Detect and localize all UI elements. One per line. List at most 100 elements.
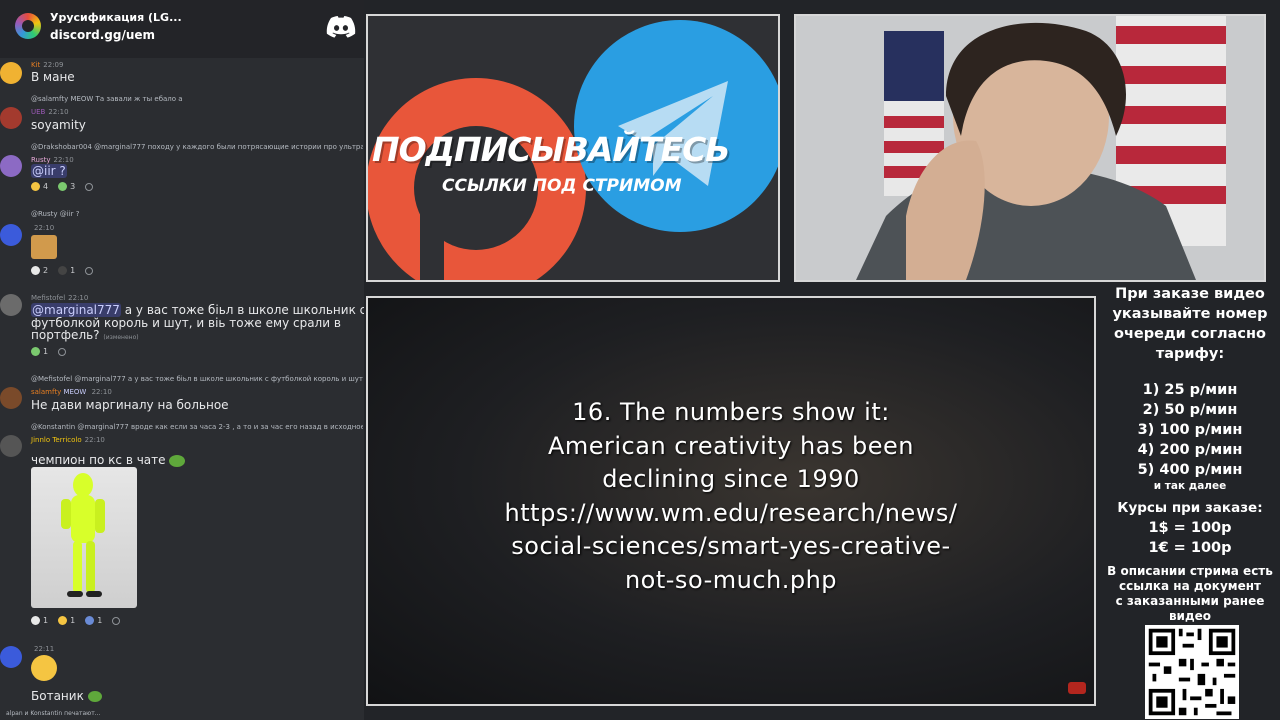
add-reaction-icon[interactable] [85,182,94,191]
message-author[interactable]: Kit 22:09 [31,61,63,69]
message-author[interactable]: 22:11 [31,645,54,653]
mention[interactable]: @iir ? [31,164,67,178]
subtitle-line: social-sciences/smart-yes-creative- [511,532,951,560]
add-reaction-icon[interactable] [58,347,67,356]
reply-preview[interactable]: @salamfty MEOW Та завали ж ты ебало а [31,95,363,103]
message-author[interactable]: Mefistofel 22:10 [31,294,88,302]
webcam-panel [794,14,1266,282]
reaction-count: 2 [43,266,49,275]
reaction[interactable]: 1 [85,616,102,625]
doge-emoji [31,235,57,259]
reaction-count: 1 [43,616,49,625]
message-time: 22:10 [48,108,69,116]
reaction[interactable]: 1 [31,616,48,625]
reply-preview[interactable]: @Drakshobar004 @marginal777 походу у каж… [31,143,363,151]
add-reaction-icon[interactable] [112,616,121,625]
video-logo-icon [1068,682,1086,694]
reaction-count: 1 [43,347,49,356]
video-panel: 16. The numbers show it: American creati… [366,296,1096,706]
reaction-count: 1 [70,266,76,275]
subtitle-line: declining since 1990 [602,465,860,493]
message-time: 22:11 [34,645,55,653]
reaction[interactable]: 2 [31,266,48,275]
reaction-count: 4 [43,182,49,191]
avatar[interactable] [0,435,22,457]
reaction[interactable]: 1 [58,266,75,275]
message-text: Не дави маргиналу на больное [31,398,229,412]
chat-message: Kit 22:09 В мане [0,61,364,92]
server-invite[interactable]: discord.gg/uem [50,28,155,42]
author-name[interactable]: Mefistofel [31,294,65,302]
subtitle-line: https://www.wm.edu/research/news/ [504,498,958,527]
qr-code[interactable] [1145,625,1239,719]
webcam-feed [796,16,1264,280]
message-time: 22:10 [91,388,112,396]
reply-preview[interactable]: @Rusty @iir ? [31,210,363,218]
description-note-line: с заказанными ранее [1115,594,1265,608]
reaction-count: 1 [97,616,103,625]
avatar[interactable] [0,294,22,316]
message-text: @iir ? [31,164,67,178]
server-icon[interactable] [15,13,41,39]
order-note-line: очереди согласно [1114,326,1266,342]
reaction[interactable]: 1 [58,616,75,625]
chat-message: Mefistofel 22:10 @marginal777 а у вас тож… [0,294,364,362]
mention[interactable]: @marginal777 [31,303,121,317]
message-author[interactable]: 22:10 [31,224,54,232]
promo-subtitle: ССЫЛКИ ПОД СТРИМОМ [442,176,682,196]
avatar[interactable] [0,62,22,84]
chat-message: @Rusty @iir ? 22:10 2 1 [0,210,364,280]
description-note-line: ссылка на документ [1119,579,1261,593]
rate-item: 1$ = 100р [1148,520,1232,536]
author-name[interactable]: Kit [31,61,40,69]
message-author[interactable]: Rusty 22:10 [31,156,74,164]
discord-chat-panel: Урусификация (LG... discord.gg/uem Kit 22… [0,0,364,720]
tariff-item: 1) 25 р/мин [1142,382,1238,398]
avatar[interactable] [0,155,22,177]
reply-preview[interactable]: @Konstantin @marginal777 вроде как если … [31,423,363,431]
message-author[interactable]: Jinnlo Terricolo 22:10 [31,436,105,444]
message-time: 22:09 [43,61,64,69]
message-text: soyamity [31,118,86,132]
reaction[interactable]: 3 [58,182,75,191]
reaction[interactable]: 1 [31,347,48,356]
chat-message: 22:11 Ботаник [0,643,364,708]
tariff-item: 3) 100 р/мин [1137,422,1243,438]
author-name[interactable]: UEB [31,108,45,116]
message-author[interactable]: salamfty MEOW 22:10 [31,388,112,396]
server-name[interactable]: Урусификация (LG... [50,11,182,24]
message-time: 22:10 [34,224,55,232]
qr-code-icon [1145,625,1239,719]
reactions: 1 1 1 [31,616,121,625]
chat-image-attachment[interactable] [31,467,137,608]
message-text: чемпион по кс в чате [31,453,186,467]
message-time: 22:10 [84,436,105,444]
message-text: @marginal777 а у вас тоже біьл в школе ш… [31,303,364,317]
tariff-item: 4) 200 р/мин [1137,442,1243,458]
avatar[interactable] [0,224,22,246]
message-text: В мане [31,70,75,84]
chat-header: Урусификация (LG... discord.gg/uem [0,0,364,58]
edited-tag: (изменено) [103,334,139,341]
message-text: Ботаник [31,689,102,703]
avatar[interactable] [0,646,22,668]
reaction-count: 1 [70,616,76,625]
reply-preview[interactable]: @Mefistofel @marginal777 а у вас тоже бі… [31,375,363,383]
avatar[interactable] [0,107,22,129]
message-author[interactable]: UEB 22:10 [31,108,69,116]
reaction[interactable]: 4 [31,182,48,191]
add-reaction-icon[interactable] [85,266,94,275]
neon-tracksuit-figure [61,473,105,597]
author-name[interactable]: salamfty [31,388,61,396]
avatar[interactable] [0,387,22,409]
chat-message: @Mefistofel @marginal777 а у вас тоже бі… [0,375,364,415]
author-name[interactable]: Jinnlo Terricolo [31,436,82,444]
author-name[interactable]: Rusty [31,156,51,164]
description-note-line: видео [1168,609,1212,623]
video-subtitle: 16. The numbers show it: American creati… [368,396,1094,597]
order-note-line: При заказе видео [1115,286,1265,302]
order-note-line: указывайте номер [1112,306,1268,322]
discord-logo-icon [326,16,356,38]
subtitle-line: American creativity has been [547,431,915,460]
pepe-emoji [87,691,102,702]
